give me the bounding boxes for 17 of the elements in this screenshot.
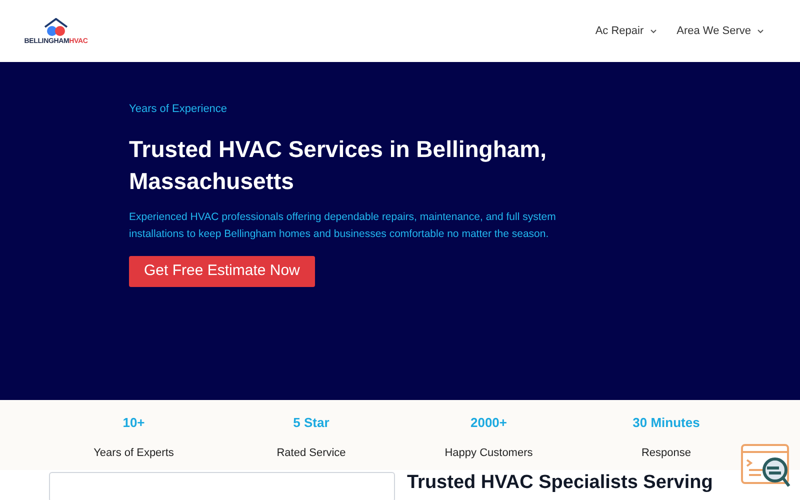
estimate-button[interactable]: Get Free Estimate Now <box>129 256 315 286</box>
hero-description: Experienced HVAC professionals offering dependable repairs, maintenance, and full system installations to keep Bellingham homes and businesses comfortable no matter the season. <box>129 210 557 242</box>
stat-value: 5 Star <box>293 414 330 432</box>
chat-widget-icon[interactable] <box>741 444 791 488</box>
stat-label: Rated Service <box>276 446 346 460</box>
hero-eyebrow: Years of Experience <box>129 102 228 117</box>
section-heading: Trusted HVAC Specialists Serving <box>407 472 713 495</box>
stat-value: 2000+ <box>470 414 507 432</box>
hero-title: Trusted HVAC Services in Bellingham, Massachusetts <box>129 134 548 196</box>
house-logo-icon <box>43 18 69 38</box>
stat-value: 10+ <box>122 414 145 432</box>
nav-link[interactable]: Area We Serve <box>676 22 764 40</box>
stat-value: 30 Minutes <box>632 414 700 432</box>
stat-label: Happy Customers <box>444 446 533 460</box>
nav-link[interactable]: Ac Repair <box>595 22 657 40</box>
stat-label: Response <box>641 446 692 460</box>
stat-label: Years of Experts <box>94 446 174 460</box>
